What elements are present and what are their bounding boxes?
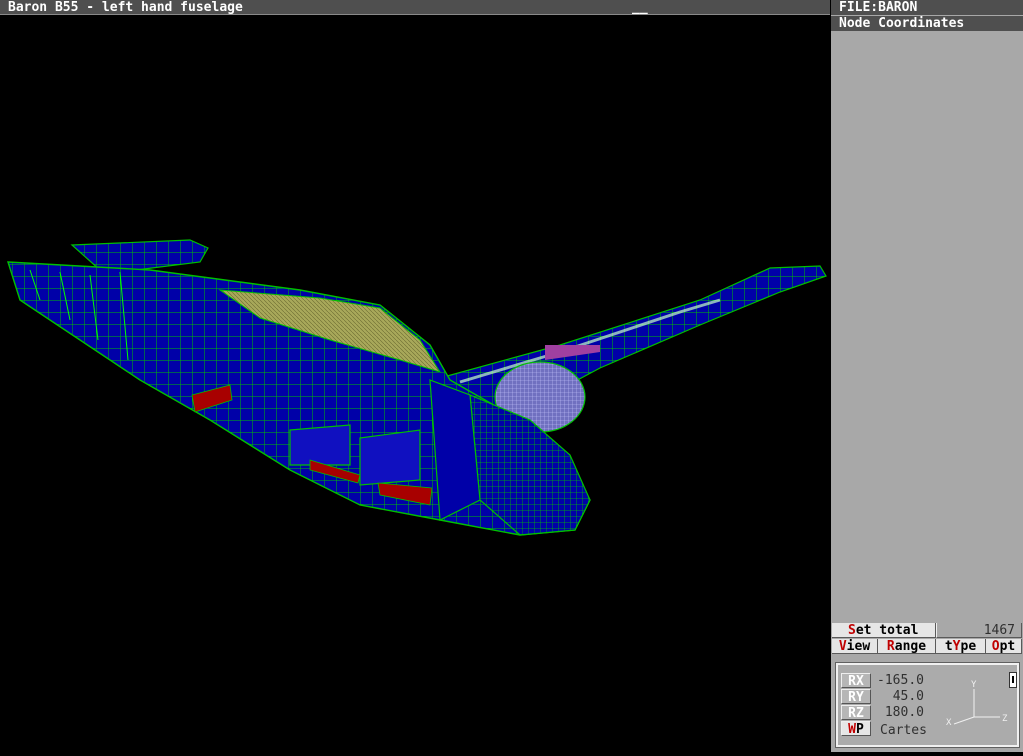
set-total-row: Set total 1467 bbox=[831, 623, 1023, 639]
range-menu-label: ange bbox=[894, 639, 927, 654]
window-title-bar: Baron B55 - left hand fuselage __ bbox=[0, 0, 830, 15]
set-total-value: 1467 bbox=[936, 623, 1022, 638]
opt-menu-hotkey: O bbox=[991, 639, 1000, 654]
panel-scroll-handle[interactable] bbox=[1009, 672, 1017, 688]
view-menu-label: iew bbox=[846, 639, 871, 654]
triad-x-label: X bbox=[946, 718, 952, 727]
file-label: FILE:BARON bbox=[831, 0, 1023, 15]
range-menu-hotkey: R bbox=[886, 639, 895, 654]
ry-value: 45.0 bbox=[892, 689, 924, 704]
triad-y-label: Y bbox=[971, 680, 977, 690]
fuselage-wireframe-model[interactable] bbox=[0, 16, 830, 752]
type-menu[interactable]: tYpe bbox=[936, 639, 986, 654]
rz-value: 180.0 bbox=[884, 705, 924, 720]
view-menu[interactable]: View bbox=[832, 639, 878, 654]
rx-value: -165.0 bbox=[877, 673, 924, 688]
type-menu-hotkey: Y bbox=[952, 639, 961, 654]
wp-button[interactable]: WP bbox=[841, 721, 871, 737]
axis-triad-icon: Y X Z bbox=[946, 680, 1008, 727]
range-menu[interactable]: Range bbox=[878, 639, 936, 654]
model-viewport[interactable] bbox=[0, 16, 830, 752]
type-menu-prefix: t bbox=[944, 639, 953, 654]
rotation-controls: RX -165.0 RY 45.0 RZ 180.0 WP Cartes Y X… bbox=[835, 662, 1020, 748]
triad-z-label: Z bbox=[1002, 714, 1008, 724]
window-title: Baron B55 - left hand fuselage bbox=[8, 0, 243, 15]
set-total-button[interactable]: Set total bbox=[832, 623, 936, 638]
set-total-label: et total bbox=[855, 623, 919, 638]
side-panel: FILE:BARON Node Coordinates Set total 14… bbox=[831, 0, 1023, 752]
rz-button[interactable]: RZ bbox=[841, 705, 871, 721]
rx-button[interactable]: RX bbox=[841, 673, 871, 689]
opt-menu-label: pt bbox=[999, 639, 1016, 654]
command-menu: View Range tYpe Opt bbox=[831, 639, 1023, 655]
wp-hotkey: W bbox=[848, 722, 856, 737]
view-menu-hotkey: V bbox=[838, 639, 847, 654]
set-total-hotkey: S bbox=[848, 623, 856, 638]
type-menu-label: pe bbox=[960, 639, 977, 654]
ry-button[interactable]: RY bbox=[841, 689, 871, 705]
coordinate-mode: Cartes bbox=[880, 723, 927, 738]
mode-label: Node Coordinates bbox=[831, 16, 1023, 31]
opt-menu[interactable]: Opt bbox=[986, 639, 1022, 654]
wp-label: P bbox=[856, 722, 864, 737]
text-cursor: __ bbox=[632, 0, 648, 15]
